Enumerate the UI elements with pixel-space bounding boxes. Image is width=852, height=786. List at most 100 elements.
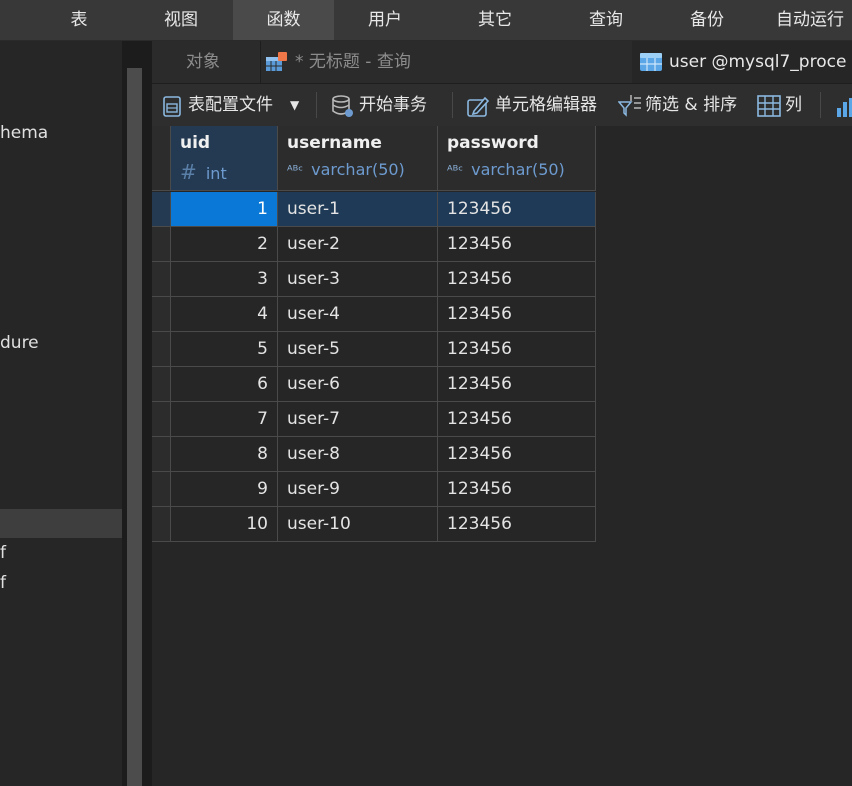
hash-icon: # <box>180 160 197 184</box>
cell-password[interactable]: 123456 <box>438 297 596 332</box>
cell-uid[interactable]: 1 <box>171 192 278 227</box>
query-icon <box>265 51 289 73</box>
columns-label: 列 <box>785 95 802 115</box>
sidebar-item-f1[interactable]: f <box>0 543 6 563</box>
sidebar-selected-row[interactable] <box>0 509 122 538</box>
column-name: username <box>287 133 382 153</box>
cell-username[interactable]: user-4 <box>278 297 438 332</box>
chevron-down-icon: ▼ <box>290 98 300 112</box>
menu-item-function[interactable]: 函数 <box>233 0 334 40</box>
column-header-uid[interactable]: uid # int <box>171 126 278 191</box>
tab-untitled-query-label: * 无标题 - 查询 <box>295 52 411 72</box>
cell-uid[interactable]: 7 <box>171 402 278 437</box>
cell-username[interactable]: user-8 <box>278 437 438 472</box>
menu-item-other[interactable]: 其它 <box>445 0 545 40</box>
column-type: # int <box>180 160 227 184</box>
chart-icon <box>836 96 852 118</box>
column-type: ᴬᴮᶜ varchar(50) <box>287 160 405 179</box>
table-profile-label: 表配置文件 <box>188 95 273 115</box>
sidebar-item-procedure[interactable]: dure <box>0 333 39 353</box>
row-header[interactable] <box>152 402 171 437</box>
row-header[interactable] <box>152 367 171 402</box>
row-header-corner <box>152 126 171 191</box>
cell-password[interactable]: 123456 <box>438 472 596 507</box>
toolbar-divider <box>452 92 453 118</box>
menu-item-query[interactable]: 查询 <box>556 0 656 40</box>
column-header-username[interactable]: username ᴬᴮᶜ varchar(50) <box>278 126 438 191</box>
cell-username[interactable]: user-7 <box>278 402 438 437</box>
cell-username[interactable]: user-6 <box>278 367 438 402</box>
row-header[interactable] <box>152 262 171 297</box>
cell-username[interactable]: user-1 <box>278 192 438 227</box>
table-row[interactable]: 1 user-1 123456 <box>152 192 596 227</box>
menu-bar: 表 视图 函数 用户 其它 查询 备份 自动运行 <box>0 0 852 41</box>
cell-uid[interactable]: 3 <box>171 262 278 297</box>
table-row[interactable]: 8 user-8 123456 <box>152 437 596 472</box>
sidebar-item-schema[interactable]: hema <box>0 123 48 143</box>
table-row[interactable]: 2 user-2 123456 <box>152 227 596 262</box>
cell-uid[interactable]: 8 <box>171 437 278 472</box>
database-icon <box>330 94 354 118</box>
cell-username[interactable]: user-9 <box>278 472 438 507</box>
tab-untitled-query[interactable]: * 无标题 - 查询 <box>260 41 630 83</box>
table-row[interactable]: 6 user-6 123456 <box>152 367 596 402</box>
column-type: ᴬᴮᶜ varchar(50) <box>447 160 565 179</box>
table-row[interactable]: 3 user-3 123456 <box>152 262 596 297</box>
cell-uid[interactable]: 10 <box>171 507 278 542</box>
column-type-label: varchar(50) <box>471 160 565 179</box>
column-name: password <box>447 133 539 153</box>
row-header[interactable] <box>152 332 171 367</box>
sidebar-scrollbar[interactable] <box>127 68 142 786</box>
toolbar: 表配置文件 ▼ 开始事务 单元格编辑器 筛选 & 排序 列 <box>152 84 852 127</box>
row-header[interactable] <box>152 507 171 542</box>
toolbar-divider <box>820 92 821 118</box>
table-row[interactable]: 7 user-7 123456 <box>152 402 596 437</box>
cell-password[interactable]: 123456 <box>438 437 596 472</box>
tab-bar: 对象 * 无标题 - 查询 user @mysql7_proce <box>152 41 852 84</box>
row-header[interactable] <box>152 192 171 227</box>
menu-item-user[interactable]: 用户 <box>335 0 435 40</box>
row-header[interactable] <box>152 437 171 472</box>
tab-user-table-label: user @mysql7_proce <box>669 52 847 72</box>
cell-username[interactable]: user-3 <box>278 262 438 297</box>
cell-password[interactable]: 123456 <box>438 332 596 367</box>
text-type-icon: ᴬᴮᶜ <box>287 164 304 179</box>
cell-password[interactable]: 123456 <box>438 227 596 262</box>
menu-item-table[interactable]: 表 <box>30 0 128 40</box>
filter-sort-label: 筛选 & 排序 <box>645 95 738 115</box>
cell-password[interactable]: 123456 <box>438 367 596 402</box>
cell-username[interactable]: user-2 <box>278 227 438 262</box>
begin-transaction-label: 开始事务 <box>359 95 427 115</box>
tab-user-table[interactable]: user @mysql7_proce <box>632 41 852 83</box>
table-row[interactable]: 9 user-9 123456 <box>152 472 596 507</box>
menu-item-view[interactable]: 视图 <box>131 0 231 40</box>
menu-item-autorun[interactable]: 自动运行 <box>765 0 852 40</box>
cell-uid[interactable]: 5 <box>171 332 278 367</box>
cell-uid[interactable]: 2 <box>171 227 278 262</box>
cell-password[interactable]: 123456 <box>438 262 596 297</box>
column-header-password[interactable]: password ᴬᴮᶜ varchar(50) <box>438 126 596 191</box>
cell-uid[interactable]: 4 <box>171 297 278 332</box>
sidebar-item-f2[interactable]: f <box>0 573 6 593</box>
cell-uid[interactable]: 6 <box>171 367 278 402</box>
row-header[interactable] <box>152 227 171 262</box>
cell-password[interactable]: 123456 <box>438 402 596 437</box>
cell-username[interactable]: user-10 <box>278 507 438 542</box>
row-header[interactable] <box>152 472 171 507</box>
toolbar-divider <box>316 92 317 118</box>
tab-objects[interactable]: 对象 <box>186 41 220 83</box>
column-type-label: varchar(50) <box>311 160 405 179</box>
cell-password[interactable]: 123456 <box>438 507 596 542</box>
edit-icon <box>466 94 490 118</box>
table-row[interactable]: 5 user-5 123456 <box>152 332 596 367</box>
menu-item-backup[interactable]: 备份 <box>657 0 757 40</box>
text-type-icon: ᴬᴮᶜ <box>447 164 464 179</box>
data-grid: uid # int username ᴬᴮᶜ varchar(50) passw… <box>152 126 852 786</box>
table-row[interactable]: 10 user-10 123456 <box>152 507 596 542</box>
cell-password[interactable]: 123456 <box>438 192 596 227</box>
cell-username[interactable]: user-5 <box>278 332 438 367</box>
cell-uid[interactable]: 9 <box>171 472 278 507</box>
sidebar-tree: hema dure f f <box>0 41 122 786</box>
table-row[interactable]: 4 user-4 123456 <box>152 297 596 332</box>
row-header[interactable] <box>152 297 171 332</box>
